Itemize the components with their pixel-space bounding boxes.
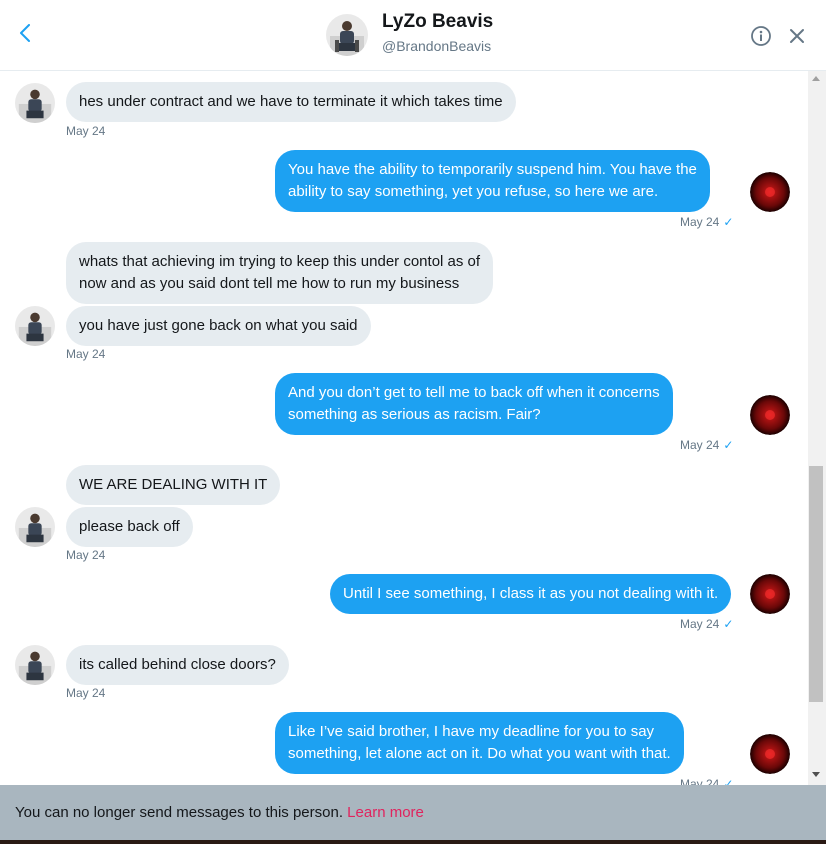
outgoing-message[interactable]: Until I see something, I class it as you… [330,574,732,614]
blocked-notice-bar: You can no longer send messages to this … [0,785,826,840]
outgoing-message[interactable]: You have the ability to temporarily susp… [275,150,710,212]
contact-name[interactable]: LyZo Beavis [382,11,493,33]
message-text: Like I’ve said brother, I have my deadli… [288,723,655,740]
message-text: please back off [79,518,180,535]
back-button[interactable] [14,20,36,46]
message-timestamp: May 24 ✓ [680,215,734,229]
message-timestamp: May 24 [66,686,106,700]
message-text: And you don’t get to tell me to back off… [288,384,660,401]
blocked-notice: You can no longer send messages to this … [15,804,424,821]
learn-more-link[interactable]: Learn more [347,804,424,821]
message-text: something as serious as racism. Fair? [288,406,541,423]
chevron-left-icon [20,24,30,42]
contact-avatar[interactable] [326,14,368,56]
conversation-header: LyZo Beavis @BrandonBeavis [0,0,826,71]
message-text: WE ARE DEALING WITH IT [79,476,268,493]
sender-avatar[interactable] [15,83,55,123]
incoming-message[interactable]: you have just gone back on what you said [66,306,371,346]
outgoing-message[interactable]: Like I’ve said brother, I have my deadli… [275,712,684,774]
read-check-icon: ✓ [723,777,734,785]
incoming-message[interactable]: WE ARE DEALING WITH IT [66,465,281,505]
message-timestamp: May 24 [66,124,106,138]
own-avatar[interactable] [750,734,790,774]
contact-handle: @BrandonBeavis [382,38,492,54]
own-avatar[interactable] [750,172,790,212]
sender-avatar[interactable] [15,507,55,547]
info-icon [751,26,771,46]
message-text: something, let alone act on it. Do what … [288,745,671,762]
info-button[interactable] [750,25,772,47]
read-check-icon: ✓ [723,617,734,631]
message-thread[interactable]: hes under contract and we have to termin… [0,71,808,785]
incoming-message[interactable]: its called behind close doors? [66,645,289,685]
read-check-icon: ✓ [723,215,734,229]
scroll-up-arrow-icon[interactable] [812,76,820,81]
message-text: you have just gone back on what you said [79,317,358,334]
scrollbar-thumb[interactable] [809,466,823,702]
incoming-message[interactable]: please back off [66,507,193,547]
message-text: now and as you said dont tell me how to … [79,275,460,292]
message-text: ability to say something, yet you refuse… [288,183,659,200]
own-avatar[interactable] [750,574,790,614]
sender-avatar[interactable] [15,645,55,685]
scroll-down-arrow-icon[interactable] [812,772,820,777]
sender-avatar[interactable] [15,306,55,346]
message-timestamp: May 24 ✓ [680,617,734,631]
message-timestamp: May 24 ✓ [680,777,733,785]
background-strip [0,840,826,844]
message-text: hes under contract and we have to termin… [79,93,503,110]
blocked-notice-text: You can no longer send messages to this … [15,804,343,821]
outgoing-message[interactable]: And you don’t get to tell me to back off… [275,373,673,435]
incoming-message[interactable]: whats that achieving im trying to keep t… [66,242,494,304]
close-icon [790,29,804,43]
message-timestamp: May 24 [66,548,106,562]
message-timestamp: May 24 ✓ [680,438,734,452]
message-text: whats that achieving im trying to keep t… [79,253,481,270]
read-check-icon: ✓ [723,438,734,452]
close-button[interactable] [787,25,807,47]
incoming-message[interactable]: hes under contract and we have to termin… [66,82,516,122]
message-text: You have the ability to temporarily susp… [288,161,697,178]
own-avatar[interactable] [750,395,790,435]
message-timestamp: May 24 [66,347,106,361]
message-text: Until I see something, I class it as you… [343,585,719,602]
message-text: its called behind close doors? [79,656,276,673]
